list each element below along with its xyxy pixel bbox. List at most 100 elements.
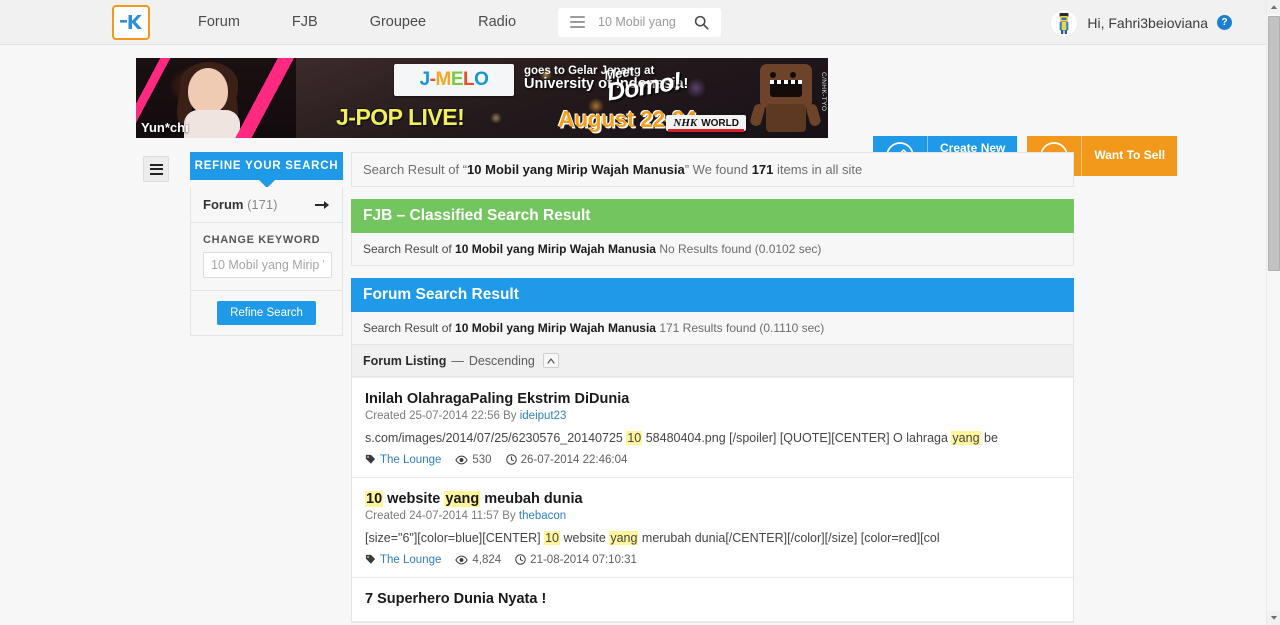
fjb-panel-subtitle: Search Result of 10 Mobil yang Mirip Waj… <box>351 233 1074 266</box>
result-created: Created 25-07-2014 22:56 By ideiput23 <box>365 410 567 422</box>
sidebar-toggle-button[interactable] <box>143 156 169 182</box>
highlight-term: yang <box>951 431 981 445</box>
banner-row: Yun*chi J-MELO goes to Gelar Jepang at U… <box>0 58 1266 176</box>
nav-item-groupee[interactable]: Groupee <box>344 0 452 45</box>
clock-icon <box>505 454 517 466</box>
nav-item-radio[interactable]: Radio <box>452 0 542 45</box>
forum-sub-prefix: Search Result of <box>363 321 456 335</box>
scroll-thumb[interactable] <box>1268 16 1280 271</box>
highlight-term: 10 <box>626 431 643 445</box>
table-row[interactable]: Inilah OlahragaPaling Ekstrim DiDunia Cre… <box>352 377 1073 478</box>
user-menu[interactable]: Hi, Fahri3beioviana ? <box>1050 0 1232 45</box>
chevron-down-icon <box>1270 616 1278 620</box>
result-created: Created 24-07-2014 11:57 By thebacon <box>365 509 567 522</box>
chevron-up-icon <box>547 357 555 364</box>
result-meta: The Lounge 530 26-07-2014 22:46:04 <box>365 454 1060 466</box>
table-row[interactable]: 10 website yang meubah dunia Created 24-0… <box>352 478 1073 578</box>
summary-mid: ” We found <box>684 162 752 177</box>
result-title[interactable]: 10 website yang meubah dunia <box>365 490 1060 507</box>
change-keyword-label: CHANGE KEYWORD <box>203 234 321 246</box>
result-date: 21-08-2014 07:10:31 <box>515 554 637 566</box>
result-forum-link[interactable]: The Lounge <box>380 454 441 466</box>
search-icon <box>694 15 709 30</box>
fjb-sub-query: 10 Mobil yang Mirip Wajah Manusia <box>455 242 656 256</box>
promo-banner-ad[interactable]: Yun*chi J-MELO goes to Gelar Jepang at U… <box>136 58 828 138</box>
eye-icon <box>455 555 469 565</box>
result-author-link[interactable]: ideiput23 <box>520 410 567 422</box>
nav-item-forum[interactable]: Forum <box>172 0 266 45</box>
page-scrollbar[interactable] <box>1266 0 1280 625</box>
listing-sort-order: Descending <box>468 353 535 368</box>
summary-query: 10 Mobil yang Mirip Wajah Manusia <box>467 162 685 177</box>
result-title[interactable]: Inilah OlahragaPaling Ekstrim DiDunia <box>365 391 1060 407</box>
summary-prefix: Search Result of “ <box>363 162 468 177</box>
fjb-panel-header: FJB – Classified Search Result <box>351 199 1074 233</box>
result-date: 26-07-2014 22:46:04 <box>505 453 628 466</box>
sort-direction-toggle[interactable] <box>542 353 559 368</box>
chevron-up-icon <box>1270 5 1278 9</box>
nav-item-fjb[interactable]: FJB <box>266 0 344 45</box>
help-icon[interactable]: ? <box>1217 15 1232 30</box>
banner-network-sub: WORLD <box>701 117 739 129</box>
search-input[interactable] <box>596 7 682 37</box>
hamburger-icon[interactable] <box>558 7 597 37</box>
result-views-count: 4,824 <box>472 553 502 566</box>
refine-panel-body: Forum (171) CHANGE KEYWORD Refine Search <box>190 187 343 336</box>
search-button[interactable] <box>681 8 721 37</box>
forum-panel-header: Forum Search Result <box>351 278 1074 312</box>
refine-forum-text: Forum <box>203 197 244 212</box>
forum-listing-sort-bar: Forum Listing — Descending <box>351 345 1074 377</box>
banner-brand-card: J-MELO <box>394 64 514 96</box>
refine-search-button[interactable]: Refine Search <box>217 301 316 325</box>
clock-icon <box>515 554 526 566</box>
refine-panel-footer: Refine Search <box>191 290 342 335</box>
result-views: 4,824 <box>455 554 501 566</box>
refine-panel-title[interactable]: REFINE YOUR SEARCH <box>190 152 343 180</box>
search-bar <box>558 7 722 37</box>
highlight-term: yang <box>444 490 481 507</box>
main-nav: Forum FJB Groupee Radio <box>172 0 542 45</box>
avatar-icon <box>1051 9 1078 36</box>
fjb-sub-result: No Results found (0.0102 sec) <box>659 242 822 256</box>
domo-mascot-icon <box>749 60 824 136</box>
forum-sub-query: 10 Mobil yang Mirip Wajah Manusia <box>455 321 656 335</box>
site-logo[interactable] <box>112 4 150 40</box>
banner-brand-logo: J-MELO <box>419 69 489 90</box>
result-snippet: s.com/images/2014/07/25/6230576_20140725… <box>365 431 998 445</box>
forum-sub-result: 171 Results found (0.1110 sec) <box>659 321 825 335</box>
banner-network-main: NHK <box>673 117 698 129</box>
result-meta: The Lounge 4,824 21-08-2014 07:10:31 <box>365 554 1060 566</box>
result-forum[interactable]: The Lounge <box>365 454 441 466</box>
banner-credit: C/NHK-TYO <box>820 72 827 112</box>
highlight-term: yang <box>609 530 639 545</box>
banner-event-title: J-POP LIVE! <box>336 104 465 130</box>
result-title[interactable]: 7 Superhero Dunia Nyata ! <box>365 591 1060 607</box>
banner-network-logo: NHK WORLD <box>666 115 746 132</box>
tag-icon <box>365 555 376 564</box>
avatar <box>1050 8 1079 37</box>
result-snippet: [size="6"][color=blue][CENTER] 10 websit… <box>365 530 940 545</box>
banner-artist-name: Yun*chi <box>141 120 189 135</box>
arrow-right-icon <box>315 200 329 209</box>
username-label: Hi, Fahri3beioviana <box>1087 14 1208 31</box>
results-column: Search Result of “10 Mobil yang Mirip Wa… <box>351 152 1074 623</box>
result-date-text: 26-07-2014 22:46:04 <box>520 453 628 466</box>
refine-forum-filter[interactable]: Forum (171) <box>191 187 342 223</box>
tag-icon <box>365 455 376 465</box>
table-row[interactable]: 7 Superhero Dunia Nyata ! <box>352 578 1073 622</box>
want-to-sell-text: Want To Sell <box>1094 148 1166 163</box>
result-forum[interactable]: The Lounge <box>365 554 441 566</box>
eye-icon <box>455 455 469 465</box>
change-keyword-input[interactable] <box>203 252 332 278</box>
result-author-link[interactable]: thebacon <box>519 510 566 522</box>
result-date-text: 21-08-2014 07:10:31 <box>530 553 637 566</box>
scroll-down-button[interactable] <box>1267 611 1280 625</box>
fjb-sub-prefix: Search Result of <box>363 242 456 256</box>
result-forum-link[interactable]: The Lounge <box>380 554 441 566</box>
listing-separator: — <box>451 353 464 368</box>
scroll-up-button[interactable] <box>1267 0 1280 14</box>
highlight-term: 10 <box>544 530 560 545</box>
want-to-sell-label: Want To Sell <box>1081 136 1177 176</box>
highlight-term: 10 <box>365 490 384 507</box>
kaskus-k-icon <box>120 15 142 29</box>
